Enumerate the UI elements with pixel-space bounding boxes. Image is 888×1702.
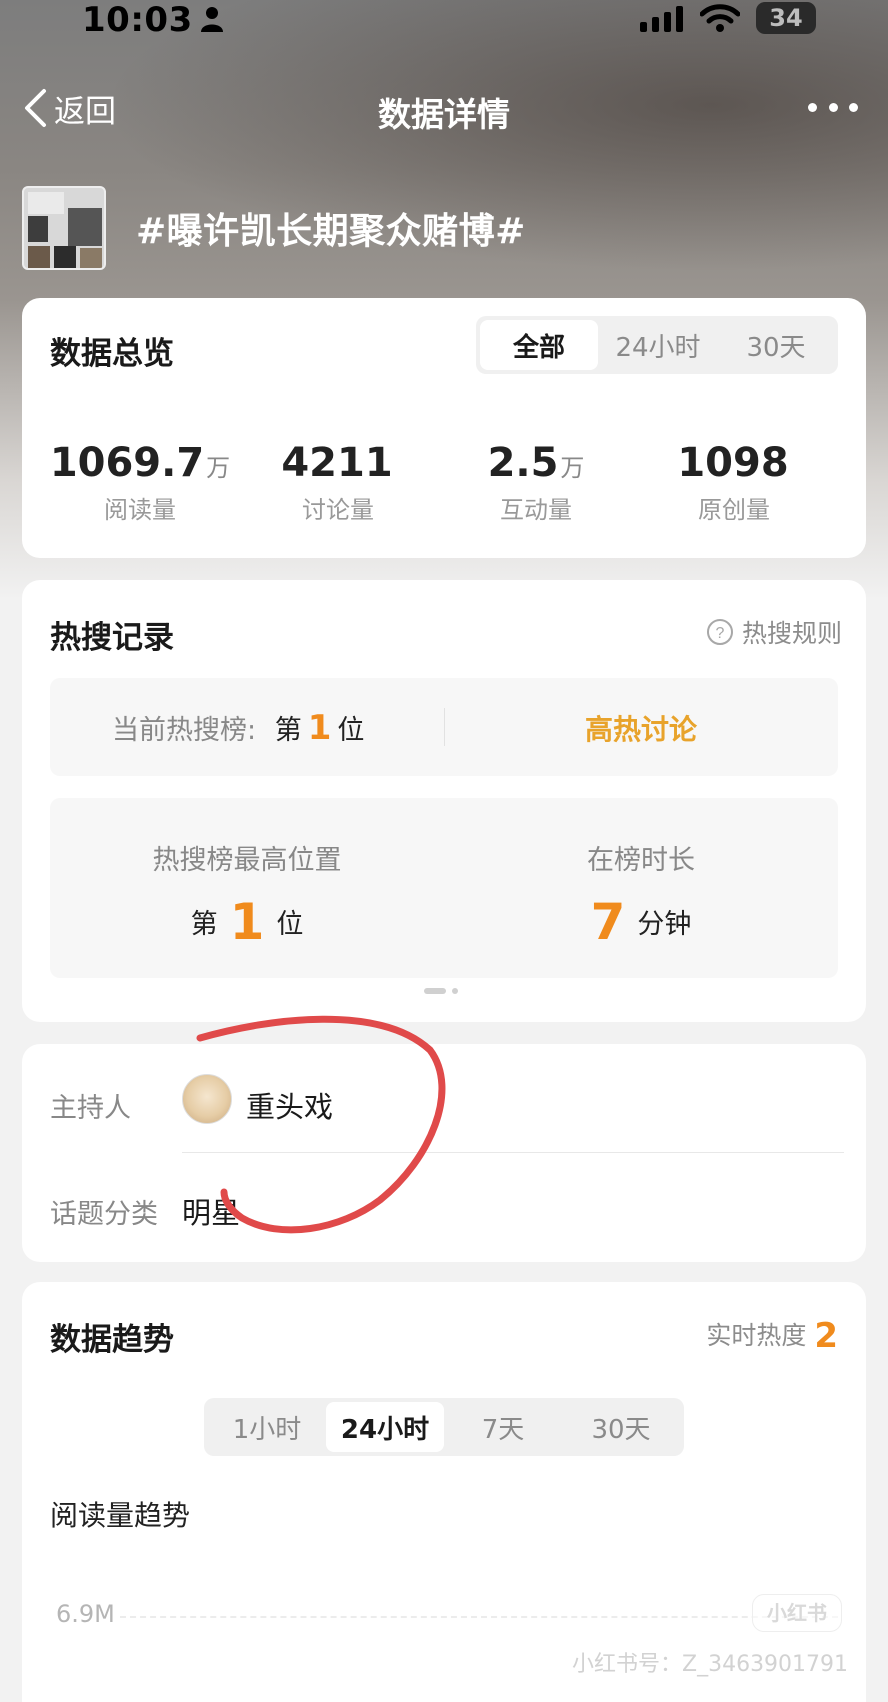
best-rank-box: 热搜榜最高位置 第1位 在榜时长 7 分钟 bbox=[50, 798, 838, 978]
topic-thumbnail[interactable] bbox=[22, 186, 106, 270]
question-circle-icon: ? bbox=[706, 619, 733, 645]
tab-24h[interactable]: 24小时 bbox=[598, 320, 718, 370]
grid-line bbox=[120, 1616, 838, 1618]
rank-ordinal-suffix: 位 bbox=[337, 715, 365, 746]
best-prefix: 第 bbox=[190, 909, 218, 940]
stat-label: 原创量 bbox=[698, 496, 770, 524]
dot-icon bbox=[849, 102, 858, 112]
current-rank-number: 1 bbox=[307, 708, 332, 748]
stat-interactions: 2.5万 互动量 bbox=[436, 440, 636, 525]
duration: 在榜时长 7 分钟 bbox=[444, 838, 838, 951]
watermark-logo: 小红书 bbox=[752, 1594, 842, 1632]
tab-30d[interactable]: 30天 bbox=[562, 1402, 680, 1452]
stat-label: 阅读量 bbox=[104, 496, 176, 524]
person-icon bbox=[201, 7, 223, 32]
stat-value: 1098 bbox=[677, 440, 789, 486]
page-indicator bbox=[424, 988, 458, 994]
best-position-label: 热搜榜最高位置 bbox=[152, 845, 342, 876]
tab-all[interactable]: 全部 bbox=[480, 320, 598, 370]
overview-title: 数据总览 bbox=[50, 336, 174, 372]
tab-1h[interactable]: 1小时 bbox=[208, 1402, 326, 1452]
hot-search-card: 热搜记录 ? 热搜规则 当前热搜榜: 第1位 高热讨论 热搜榜最高位置 第1位 … bbox=[22, 580, 866, 1022]
host-label: 主持人 bbox=[50, 1093, 131, 1124]
divider bbox=[182, 1152, 844, 1153]
nav-bar: 返回 数据详情 bbox=[0, 78, 888, 138]
topic-title: #曝许凯长期聚众赌博# bbox=[136, 211, 526, 252]
stat-originals: 1098 原创量 bbox=[634, 440, 834, 525]
realtime-value: 2 bbox=[814, 1316, 838, 1356]
overview-period-tabs: 全部 24小时 30天 bbox=[476, 316, 838, 374]
host-name[interactable]: 重头戏 bbox=[246, 1084, 333, 1126]
header-shade bbox=[0, 0, 888, 300]
stat-label: 讨论量 bbox=[302, 496, 374, 524]
trend-period-tabs: 1小时 24小时 7天 30天 bbox=[204, 1398, 684, 1456]
signal-icon bbox=[640, 6, 683, 32]
reads-trend-title: 阅读量趋势 bbox=[50, 1499, 191, 1532]
stat-value: 1069.7 bbox=[49, 440, 205, 486]
more-button[interactable] bbox=[808, 94, 858, 120]
rules-label: 热搜规则 bbox=[741, 619, 842, 648]
current-rank: 当前热搜榜: 第1位 bbox=[112, 708, 364, 748]
category-value: 明星 bbox=[182, 1196, 241, 1230]
current-rank-prefix: 当前热搜榜: bbox=[112, 715, 257, 746]
y-axis-tick: 6.9M bbox=[56, 1600, 115, 1628]
duration-unit: 分钟 bbox=[637, 909, 692, 940]
duration-label: 在榜时长 bbox=[587, 845, 695, 876]
wifi-icon bbox=[700, 4, 740, 32]
stat-reads: 1069.7万 阅读量 bbox=[40, 440, 240, 525]
trend-card: 数据趋势 实时热度 2 1小时 24小时 7天 30天 阅读量趋势 6.9M bbox=[22, 1282, 866, 1702]
best-suffix: 位 bbox=[276, 909, 304, 940]
watermark-text: 小红书号：Z_3463901791 bbox=[572, 1652, 849, 1677]
stat-unit: 万 bbox=[206, 454, 231, 482]
realtime-label: 实时热度 bbox=[706, 1321, 807, 1350]
tab-7d[interactable]: 7天 bbox=[444, 1402, 562, 1452]
best-rank-number: 1 bbox=[229, 893, 265, 951]
hot-search-title: 热搜记录 bbox=[50, 620, 174, 656]
status-time: 10:03 bbox=[82, 0, 193, 40]
status-bar: 10:03 34 bbox=[0, 0, 888, 40]
svg-text:?: ? bbox=[716, 625, 725, 642]
page-title: 数据详情 bbox=[378, 95, 510, 134]
battery-indicator: 34 bbox=[756, 2, 816, 34]
current-rank-box: 当前热搜榜: 第1位 高热讨论 bbox=[50, 678, 838, 776]
stat-unit: 万 bbox=[560, 454, 585, 482]
hot-search-rules-link[interactable]: ? 热搜规则 bbox=[706, 614, 842, 650]
stat-label: 互动量 bbox=[500, 496, 572, 524]
best-position: 热搜榜最高位置 第1位 bbox=[50, 838, 444, 951]
tab-30d[interactable]: 30天 bbox=[718, 320, 834, 370]
tab-24h[interactable]: 24小时 bbox=[326, 1402, 444, 1452]
rank-ordinal-prefix: 第 bbox=[274, 715, 302, 746]
duration-value: 7 bbox=[590, 893, 626, 951]
stat-discussions: 4211 讨论量 bbox=[238, 440, 438, 525]
stat-value: 4211 bbox=[281, 440, 393, 486]
hot-discussion-tag: 高热讨论 bbox=[584, 713, 697, 746]
overview-card: 数据总览 全部 24小时 30天 1069.7万 阅读量 4211 讨论量 2.… bbox=[22, 298, 866, 558]
category-label: 话题分类 bbox=[50, 1199, 158, 1230]
topic-info-card: 主持人 重头戏 话题分类 明星 bbox=[22, 1044, 866, 1262]
avatar[interactable] bbox=[182, 1074, 232, 1124]
realtime-heat: 实时热度 2 bbox=[706, 1316, 838, 1356]
trend-title: 数据趋势 bbox=[50, 1322, 174, 1358]
dot-icon bbox=[828, 102, 838, 112]
dot-icon bbox=[808, 102, 817, 112]
stat-value: 2.5 bbox=[487, 440, 559, 486]
